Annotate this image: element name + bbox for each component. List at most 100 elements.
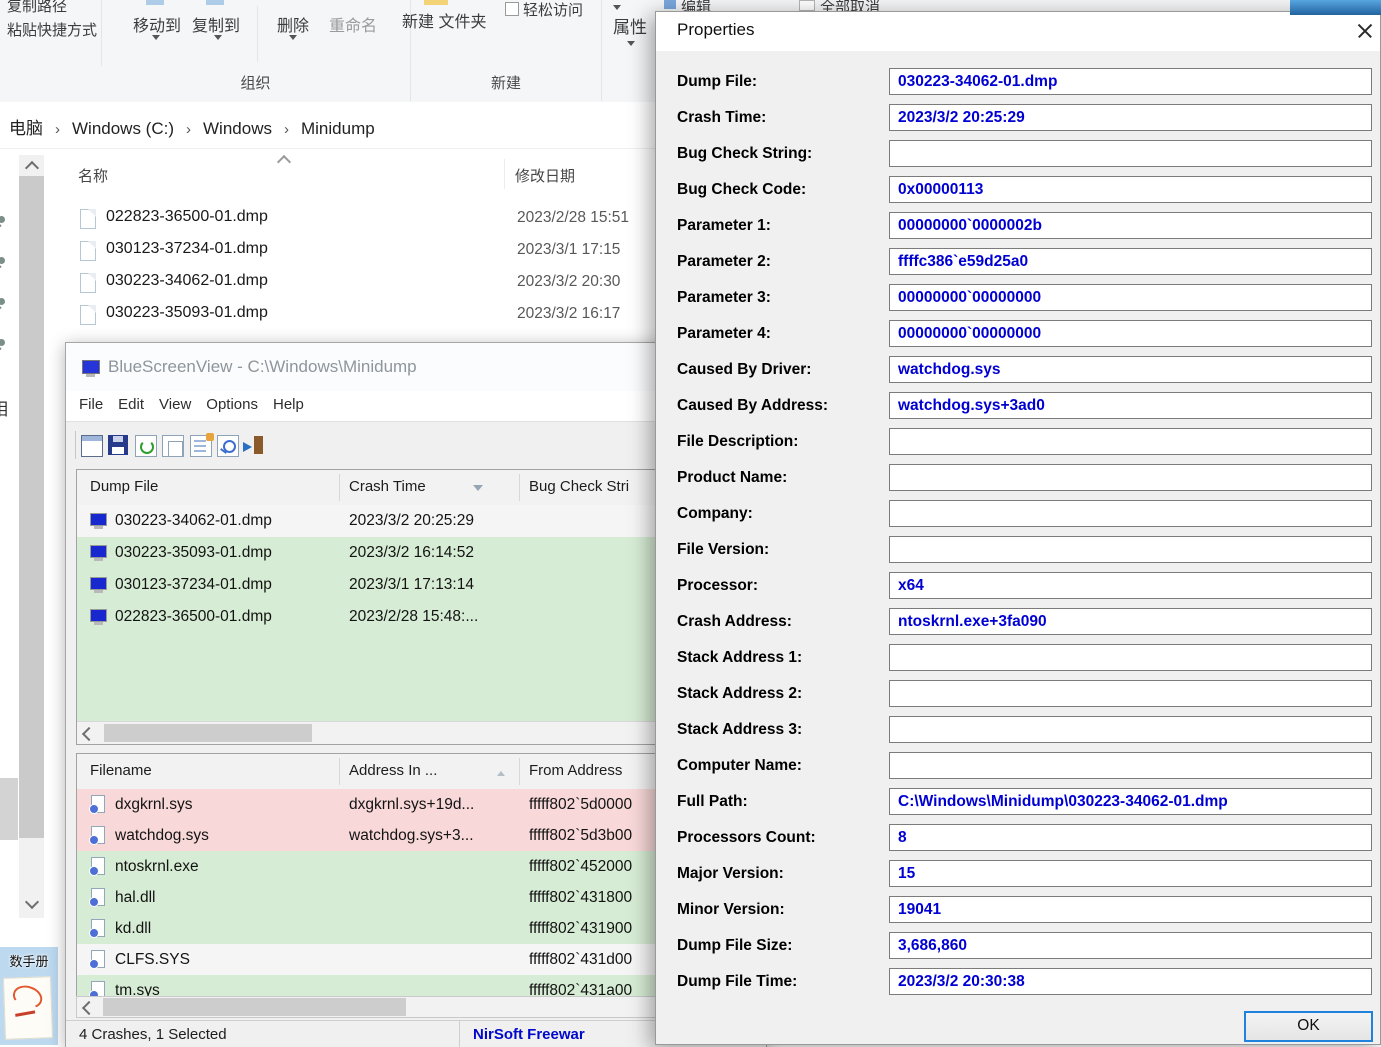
breadcrumb-link[interactable]: Windows [203,119,272,138]
field-value-box[interactable]: watchdog.sys+3ad0 [889,392,1372,419]
pin-icon [0,297,7,309]
column-divider [519,474,520,501]
field-value-box[interactable]: 00000000`00000000 [889,320,1372,347]
new-folder-button[interactable]: 新建 文件夹 [402,11,486,34]
copy-to-button[interactable]: 复制到 [192,12,240,36]
paste-shortcut-button[interactable]: 粘贴快捷方式 [7,19,97,40]
menu-item[interactable]: Options [206,396,258,413]
nav-scrollbar-thumb[interactable] [19,176,44,838]
copy-icon[interactable] [162,435,184,457]
file-row[interactable]: 030223-34062-01.dmp 2023/3/2 20:30 [60,267,656,299]
dump-file-cell: 022823-36500-01.dmp [115,608,272,625]
field-label: Major Version: [677,865,784,882]
field-value-box[interactable] [889,536,1372,563]
column-header-address-in[interactable]: Address In ... [349,762,437,779]
driver-file-icon [89,950,105,969]
column-divider [519,758,520,785]
exit-icon[interactable] [243,435,263,455]
filename-cell: ntoskrnl.exe [115,858,199,875]
sort-descending-icon [473,485,483,491]
refresh-icon[interactable] [135,435,157,457]
field-value-box[interactable]: 15 [889,860,1372,887]
field-value-box[interactable] [889,464,1372,491]
field-value-box[interactable]: 19041 [889,896,1372,923]
delete-button[interactable]: 删除 [277,12,309,36]
file-row[interactable]: 022823-36500-01.dmp 2023/2/28 15:51 [60,203,656,235]
field-label: Computer Name: [677,757,802,774]
copy-path-button[interactable]: 复制路径 [7,0,67,16]
column-header-dump-file[interactable]: Dump File [90,478,158,495]
bsv-window-title: BlueScreenView - C:\Windows\Minidump [108,357,417,376]
field-value-box[interactable]: 00000000`0000002b [889,212,1372,239]
move-to-button[interactable]: 移动到 [133,12,181,36]
field-value-box[interactable] [889,644,1372,671]
menu-item[interactable]: File [79,396,103,413]
close-icon[interactable] [1354,20,1376,42]
breadcrumb-link[interactable]: Minidump [301,119,375,138]
field-value-box[interactable]: ffffc386`e59d25a0 [889,248,1372,275]
desktop-icon[interactable]: 数手册 [0,947,58,1045]
ribbon-group-label-organize: 组织 [240,75,271,92]
field-value-box[interactable] [889,140,1372,167]
field-label: Full Path: [677,793,748,810]
dialog-titlebar[interactable]: Properties [656,12,1380,51]
hscrollbar-thumb[interactable] [104,724,312,742]
field-value-box[interactable]: 00000000`00000000 [889,284,1372,311]
column-header-name[interactable]: 名称 [78,165,108,186]
chevron-down-icon [152,35,160,40]
field-value-box[interactable] [889,428,1372,455]
from-address-cell: fffff802`431d00 [529,951,633,968]
file-name: 030123-37234-01.dmp [106,240,268,257]
field-value-box[interactable]: C:\Windows\Minidump\030223-34062-01.dmp [889,788,1372,815]
field-value-box[interactable] [889,500,1372,527]
file-row[interactable]: 030123-37234-01.dmp 2023/3/1 17:15 [60,235,656,267]
property-field-row: Parameter 2: ffffc386`e59d25a0 [656,248,1380,284]
driver-file-icon [89,857,105,876]
menu-item[interactable]: Edit [118,396,144,413]
field-value-box[interactable]: ntoskrnl.exe+3fa090 [889,608,1372,635]
app-window-icon[interactable] [81,435,103,457]
menu-item[interactable]: View [159,396,191,413]
field-value-box[interactable] [889,752,1372,779]
field-label: Parameter 4: [677,325,771,342]
breadcrumb-link[interactable]: 电脑 [9,119,43,138]
column-header-filename[interactable]: Filename [90,762,152,779]
field-value-box[interactable]: 0x00000113 [889,176,1372,203]
driver-file-icon [89,919,105,938]
scroll-left-icon[interactable] [81,1000,97,1016]
from-address-cell: fffff802`5d0000 [529,796,633,813]
easy-access-button[interactable]: 轻松访问 [523,0,583,20]
field-value-box[interactable]: 030223-34062-01.dmp [889,68,1372,95]
field-value-box[interactable]: watchdog.sys [889,356,1372,383]
field-value-box[interactable]: 3,686,860 [889,932,1372,959]
field-value-box[interactable]: 2023/3/2 20:25:29 [889,104,1372,131]
pin-icon [0,215,7,227]
save-icon[interactable] [108,435,128,455]
field-value-box[interactable]: 2023/3/2 20:30:38 [889,968,1372,995]
hscrollbar-thumb[interactable] [103,998,406,1016]
properties-icon[interactable] [190,433,214,457]
field-value-box[interactable]: x64 [889,572,1372,599]
menu-item[interactable]: Help [273,396,304,413]
pin-icon [0,256,7,268]
column-header-bug-check[interactable]: Bug Check Stri [529,478,629,495]
field-value-box[interactable] [889,716,1372,743]
breadcrumb-link[interactable]: Windows (C:) [72,119,174,138]
field-value: 00000000`00000000 [898,289,1042,306]
nirsoft-link[interactable]: NirSoft Freewar [473,1026,585,1043]
scroll-left-icon[interactable] [81,726,97,742]
properties-button[interactable]: 属性 [613,13,647,38]
chevron-down-icon [613,5,621,10]
find-icon[interactable] [217,435,239,457]
field-value-box[interactable] [889,680,1372,707]
property-field-row: Caused By Driver: watchdog.sys [656,356,1380,392]
field-value-box[interactable]: 8 [889,824,1372,851]
column-header-date[interactable]: 修改日期 [515,165,575,186]
ok-button[interactable]: OK [1244,1011,1373,1042]
rename-button[interactable]: 重命名 [329,12,377,36]
crash-time-cell: 2023/2/28 15:48:... [349,608,479,625]
column-header-crash-time[interactable]: Crash Time [349,478,426,495]
column-header-from-address[interactable]: From Address [529,762,622,779]
file-row[interactable]: 030223-35093-01.dmp 2023/3/2 16:17 [60,299,656,331]
field-value: x64 [898,577,924,594]
